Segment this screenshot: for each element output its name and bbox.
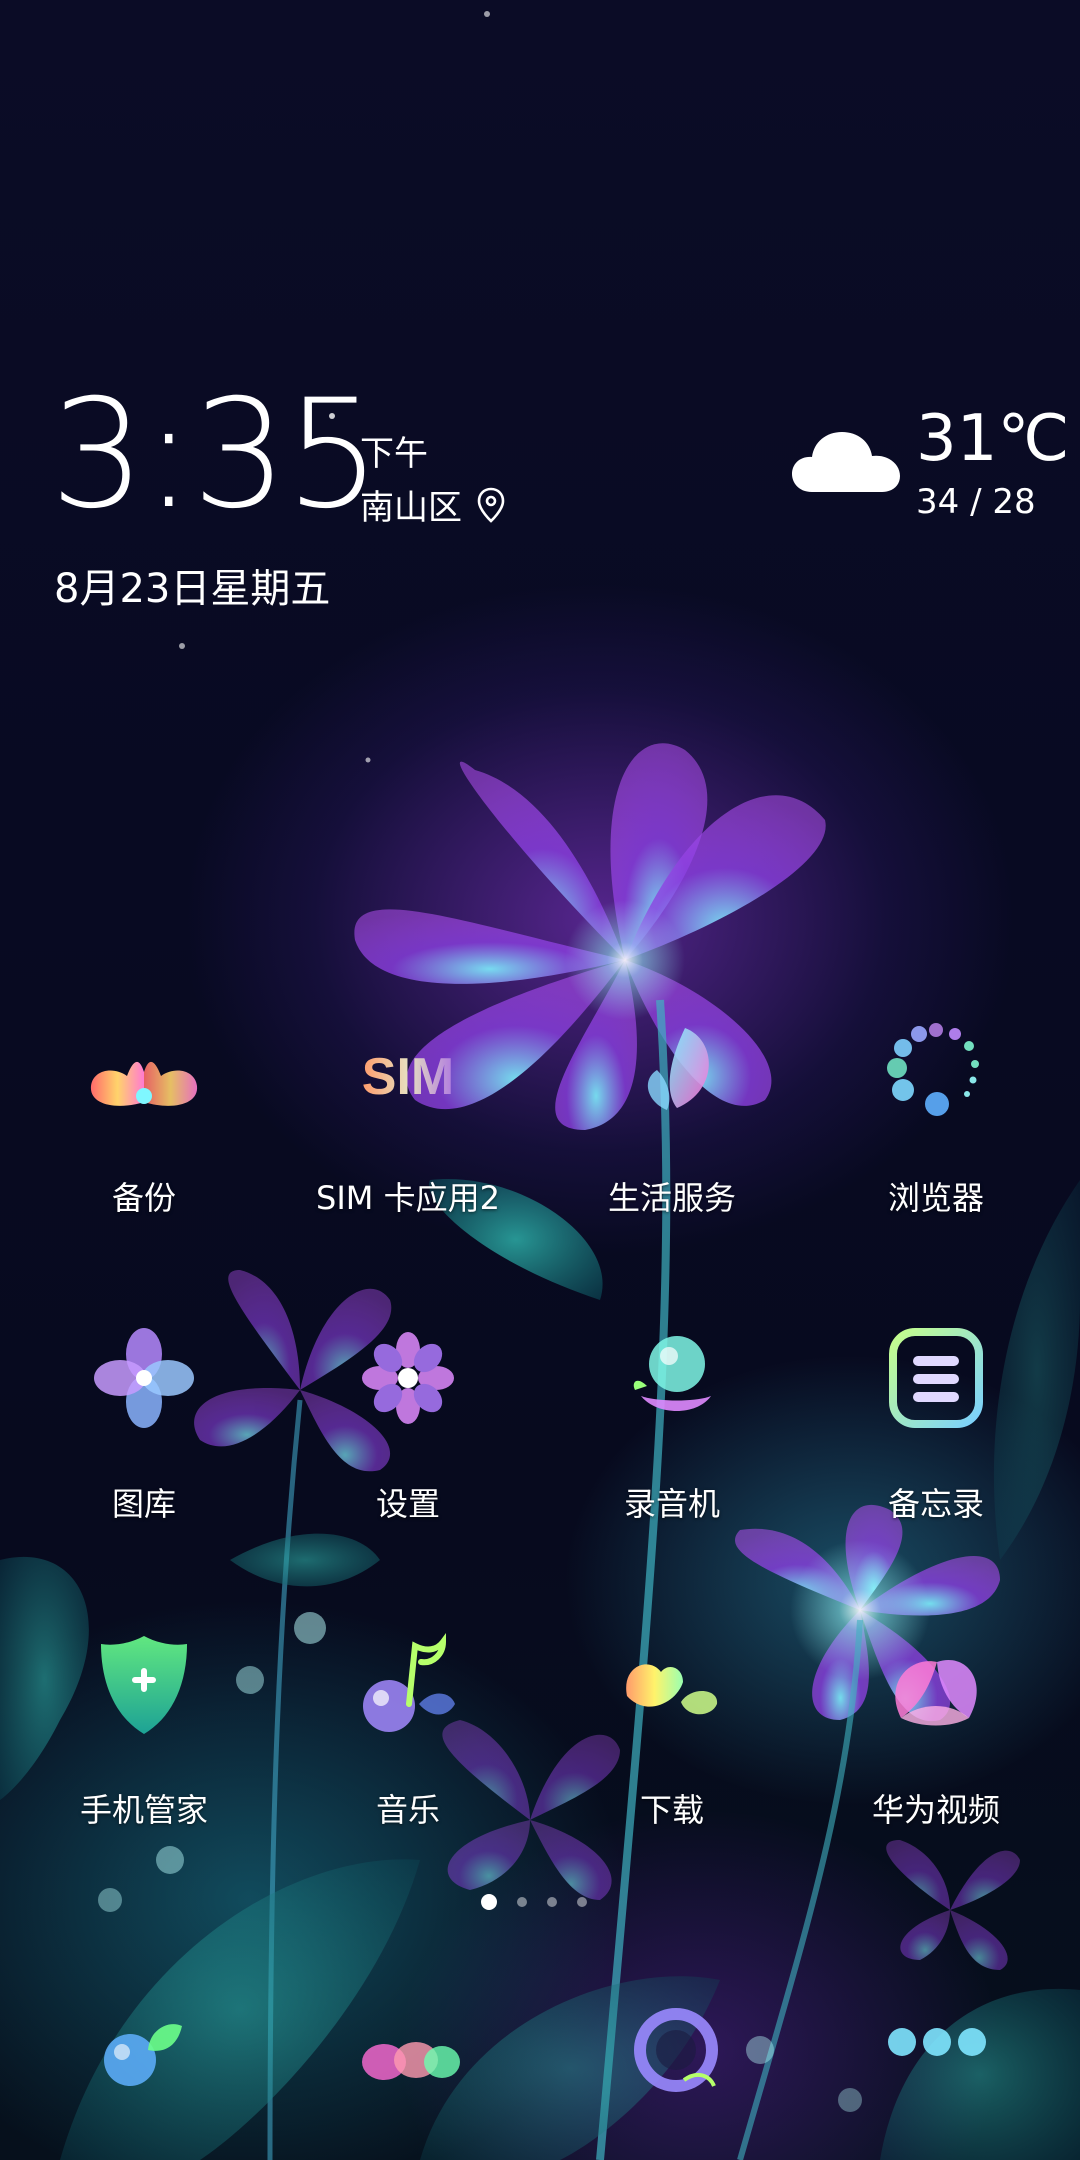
- download-icon: [626, 1664, 718, 1715]
- music-icon: [363, 1633, 455, 1732]
- location-label: 南山区: [360, 488, 462, 528]
- app-label: 图库: [111, 1485, 176, 1523]
- messages-icon[interactable]: [344, 1990, 474, 2110]
- app-label: 录音机: [623, 1485, 720, 1523]
- sim-card-icon: SIM: [362, 1048, 454, 1106]
- app-huawei-video[interactable]: 华为视频: [804, 1622, 1068, 1830]
- location[interactable]: 南山区: [360, 480, 506, 529]
- app-download[interactable]: 下载: [540, 1622, 804, 1830]
- app-label: SIM 卡应用2: [316, 1179, 500, 1217]
- settings-icon: [362, 1332, 454, 1424]
- recorder-icon: [633, 1336, 711, 1411]
- app-label: 备份: [111, 1179, 176, 1217]
- clock-time[interactable]: 3:35: [50, 380, 381, 530]
- app-backup[interactable]: 备份: [12, 1010, 276, 1218]
- app-label: 华为视频: [871, 1791, 1000, 1829]
- notes-icon: [889, 1328, 983, 1428]
- page-dot[interactable]: [577, 1897, 587, 1907]
- huawei-video-icon: [895, 1660, 977, 1726]
- app-label: 浏览器: [887, 1179, 984, 1217]
- phone-manager-icon: [101, 1636, 187, 1734]
- cloud-icon[interactable]: [792, 424, 900, 494]
- life-services-icon: [647, 1028, 709, 1110]
- page-indicator[interactable]: [0, 1894, 1074, 1910]
- app-drawer-icon[interactable]: [872, 1990, 1002, 2110]
- app-label: 音乐: [375, 1791, 440, 1829]
- app-label: 生活服务: [607, 1179, 736, 1217]
- app-recorder[interactable]: 录音机: [540, 1316, 804, 1524]
- phone-icon[interactable]: [78, 1990, 208, 2110]
- app-gallery[interactable]: 图库: [12, 1316, 276, 1524]
- clock-ampm: 下午: [360, 434, 428, 474]
- page-dot[interactable]: [517, 1897, 527, 1907]
- app-label: 下载: [639, 1791, 704, 1829]
- gallery-icon: [94, 1328, 194, 1428]
- app-sim-card[interactable]: SIM SIM 卡应用2: [276, 1010, 540, 1218]
- app-label: 设置: [375, 1485, 440, 1523]
- page-dot[interactable]: [547, 1897, 557, 1907]
- page-dot-active[interactable]: [481, 1894, 497, 1910]
- app-music[interactable]: 音乐: [276, 1622, 540, 1830]
- sim-text: SIM: [362, 1048, 454, 1106]
- app-phone-manager[interactable]: 手机管家: [12, 1622, 276, 1830]
- app-label: 手机管家: [79, 1791, 208, 1829]
- app-label: 备忘录: [887, 1485, 984, 1523]
- date: 8月23日星期五: [54, 566, 331, 612]
- app-browser[interactable]: 浏览器: [804, 1010, 1068, 1218]
- home-screen: 3:35 下午 南山区 8月23日星期五 31℃ 34 / 28 备份 SIM: [0, 0, 1080, 2160]
- browser-icon: [887, 1023, 979, 1116]
- app-notes[interactable]: 备忘录: [804, 1316, 1068, 1524]
- app-settings[interactable]: 设置: [276, 1316, 540, 1524]
- temperature[interactable]: 31℃: [916, 406, 1069, 472]
- temperature-range: 34 / 28: [916, 482, 1036, 522]
- location-pin-icon: [477, 487, 505, 523]
- camera-icon[interactable]: [614, 1990, 744, 2110]
- app-life-services[interactable]: 生活服务: [540, 1010, 804, 1218]
- backup-icon: [90, 1061, 198, 1106]
- dock: [0, 1990, 1080, 2120]
